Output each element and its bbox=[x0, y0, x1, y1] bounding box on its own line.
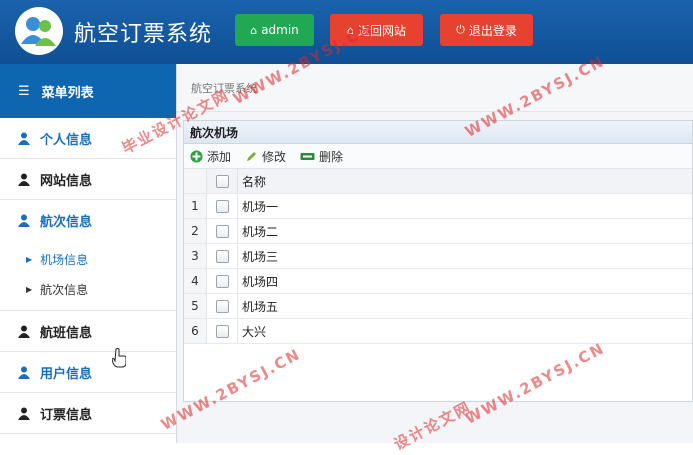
sidebar-item-flight-info[interactable]: 航班信息 bbox=[0, 311, 176, 352]
breadcrumb-text: 航空订票系统 bbox=[191, 81, 257, 95]
add-button[interactable]: 添加 bbox=[190, 148, 231, 165]
submenu-item-voyage-info[interactable]: ▶ 航次信息 bbox=[0, 274, 176, 304]
admin-button[interactable]: ⌂ admin bbox=[235, 14, 314, 46]
caret-right-icon: ▶ bbox=[26, 254, 33, 264]
sidebar-item-label: 网站信息 bbox=[40, 173, 93, 189]
airport-table: 名称 1 机场一 2 机场二 3 机场三 4 机场四 5 机场五 6 大兴 bbox=[184, 169, 692, 344]
add-label: 添加 bbox=[207, 149, 232, 164]
row-checkbox-cell bbox=[206, 193, 238, 219]
voyage-submenu: ▶ 机场信息 ▶ 航次信息 bbox=[0, 240, 176, 311]
home-icon: ⌂ bbox=[250, 23, 258, 37]
row-checkbox[interactable] bbox=[215, 250, 229, 263]
edit-button[interactable]: 修改 bbox=[245, 148, 286, 165]
sidebar: ☰ 菜单列表 个人信息 网站信息 航次信息 ▶ 机场信息 ▶ 航次信息 航班信息… bbox=[0, 64, 177, 443]
row-name: 大兴 bbox=[237, 318, 692, 344]
column-header-name[interactable]: 名称 bbox=[237, 169, 692, 194]
admin-label: admin bbox=[261, 23, 299, 37]
row-checkbox-cell bbox=[206, 218, 238, 244]
home-icon: ⌂ bbox=[347, 23, 354, 37]
row-checkbox-cell bbox=[206, 268, 238, 294]
logout-button[interactable]: ⏻ 退出登录 bbox=[440, 14, 533, 46]
row-number-header bbox=[184, 169, 207, 194]
edit-label: 修改 bbox=[262, 149, 287, 164]
row-number: 6 bbox=[184, 318, 207, 344]
table-row[interactable]: 4 机场四 bbox=[184, 268, 692, 294]
row-checkbox[interactable] bbox=[215, 275, 229, 288]
delete-button[interactable]: 删除 bbox=[300, 148, 343, 165]
minus-icon bbox=[300, 152, 315, 160]
power-icon: ⏻ bbox=[456, 23, 465, 36]
row-number: 5 bbox=[184, 293, 207, 319]
sidebar-item-voyage-info[interactable]: 航次信息 bbox=[0, 200, 176, 240]
sidebar-item-personal-info[interactable]: 个人信息 bbox=[0, 118, 176, 159]
row-name: 机场二 bbox=[237, 218, 692, 244]
table-row[interactable]: 1 机场一 bbox=[184, 193, 692, 219]
list-icon: ☰ bbox=[18, 83, 30, 99]
breadcrumb: 航空订票系统 bbox=[177, 64, 693, 112]
row-checkbox[interactable] bbox=[215, 300, 229, 313]
logout-label: 退出登录 bbox=[468, 23, 517, 38]
back-to-site-button[interactable]: ⌂ 返回网站 bbox=[330, 14, 423, 46]
submenu-item-label: 航次信息 bbox=[40, 282, 89, 297]
row-checkbox[interactable] bbox=[215, 225, 229, 238]
select-all-checkbox[interactable] bbox=[215, 175, 229, 188]
panel-title: 航次机场 bbox=[184, 121, 692, 144]
user-icon bbox=[18, 173, 30, 186]
delete-label: 删除 bbox=[319, 149, 344, 164]
users-logo-icon bbox=[15, 7, 63, 55]
row-name: 机场五 bbox=[237, 293, 692, 319]
caret-right-icon: ▶ bbox=[26, 284, 33, 294]
main-content: 航空订票系统 航次机场 添加 修改 删除 名称 1 机场一 2 机场二 3 机场… bbox=[177, 64, 693, 443]
select-all-cell bbox=[206, 169, 238, 194]
table-row[interactable]: 5 机场五 bbox=[184, 293, 692, 319]
sidebar-item-label: 用户信息 bbox=[40, 366, 93, 382]
row-checkbox-cell bbox=[206, 243, 238, 269]
row-number: 2 bbox=[184, 218, 207, 244]
menu-header: ☰ 菜单列表 bbox=[0, 64, 176, 118]
row-number: 3 bbox=[184, 243, 207, 269]
row-number: 1 bbox=[184, 193, 207, 219]
pencil-icon bbox=[247, 151, 257, 161]
submenu-item-airport-info[interactable]: ▶ 机场信息 bbox=[0, 244, 176, 274]
row-number: 4 bbox=[184, 268, 207, 294]
user-icon bbox=[18, 214, 30, 227]
row-checkbox-cell bbox=[206, 318, 238, 344]
sidebar-item-label: 订票信息 bbox=[40, 407, 93, 423]
row-name: 机场三 bbox=[237, 243, 692, 269]
row-checkbox-cell bbox=[206, 293, 238, 319]
user-icon bbox=[18, 366, 30, 379]
submenu-item-label: 机场信息 bbox=[40, 252, 89, 267]
sidebar-item-site-info[interactable]: 网站信息 bbox=[0, 159, 176, 200]
menu-title: 菜单列表 bbox=[41, 85, 94, 101]
row-checkbox[interactable] bbox=[215, 200, 229, 213]
user-icon bbox=[18, 407, 30, 420]
plus-icon bbox=[190, 150, 203, 162]
sidebar-item-user-info[interactable]: 用户信息 bbox=[0, 352, 176, 393]
data-grid-panel: 航次机场 添加 修改 删除 名称 1 机场一 2 机场二 3 机场三 4 机场四… bbox=[183, 120, 693, 402]
table-row[interactable]: 2 机场二 bbox=[184, 218, 692, 244]
row-checkbox[interactable] bbox=[215, 325, 229, 338]
grid-toolbar: 添加 修改 删除 bbox=[184, 144, 692, 169]
user-icon bbox=[18, 325, 30, 338]
user-icon bbox=[18, 132, 30, 145]
hand-cursor-icon bbox=[112, 348, 126, 368]
table-header-row: 名称 bbox=[184, 169, 692, 194]
row-name: 机场一 bbox=[237, 193, 692, 219]
sidebar-item-label: 航班信息 bbox=[40, 325, 93, 341]
back-label: 返回网站 bbox=[357, 23, 406, 38]
table-row[interactable]: 6 大兴 bbox=[184, 318, 692, 344]
sidebar-item-booking-info[interactable]: 订票信息 bbox=[0, 393, 176, 434]
app-title: 航空订票系统 bbox=[74, 22, 213, 47]
table-row[interactable]: 3 机场三 bbox=[184, 243, 692, 269]
row-name: 机场四 bbox=[237, 268, 692, 294]
sidebar-item-label: 个人信息 bbox=[40, 132, 93, 148]
sidebar-item-label: 航次信息 bbox=[40, 214, 93, 230]
app-header: 航空订票系统 ⌂ admin ⌂ 返回网站 ⏻ 退出登录 bbox=[0, 0, 693, 64]
